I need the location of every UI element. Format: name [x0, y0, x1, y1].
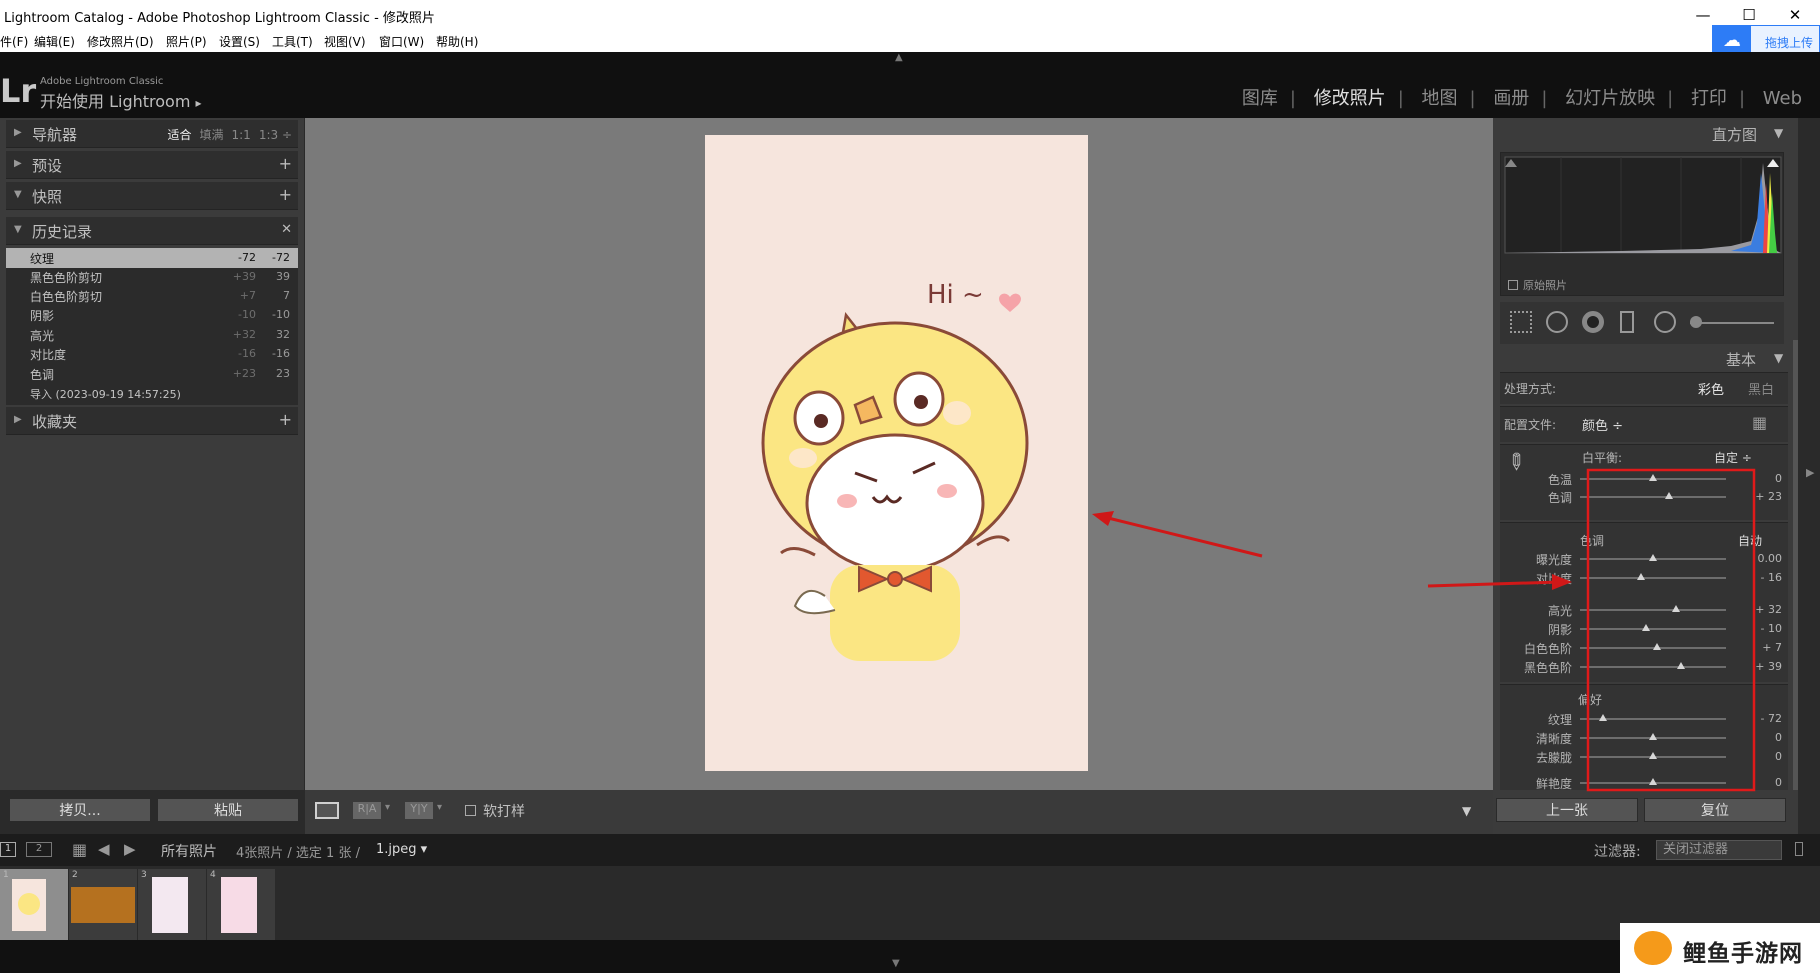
filmstrip-toggle-icon[interactable]: ▼ [892, 958, 900, 969]
thumb-image [221, 877, 257, 933]
source-label[interactable]: 所有照片 [161, 841, 217, 861]
annotation-overlay [1092, 468, 1756, 792]
filmstrip-bar: 1 2 ▦ ◀ ▶ 所有照片 4张照片 / 选定 1 张 / 1.jpeg ▾ … [0, 834, 1820, 866]
filmstrip-thumb[interactable]: 3 [138, 869, 206, 941]
filter-label: 过滤器: [1594, 844, 1641, 860]
watermark-text: 鲤鱼手游网 [1683, 941, 1803, 967]
back-arrow-icon[interactable]: ◀ [98, 840, 110, 858]
thumb-image [71, 887, 135, 923]
secondary-screen-button[interactable]: 2 [26, 842, 52, 857]
filter-lock-icon[interactable] [1795, 842, 1803, 856]
filmstrip-thumb[interactable]: 2 [69, 869, 137, 941]
thumb-image [12, 879, 46, 931]
filename-dropdown[interactable]: 1.jpeg ▾ [376, 842, 427, 857]
filmstrip-thumb[interactable]: 4 [207, 869, 275, 941]
photo-count: 4张照片 / 选定 1 张 / [236, 846, 360, 861]
forward-arrow-icon[interactable]: ▶ [124, 840, 136, 858]
bottom-edge [0, 940, 1820, 973]
primary-screen-button[interactable]: 1 [0, 842, 16, 857]
filter-dropdown[interactable]: 关闭过滤器 [1656, 840, 1782, 860]
fish-logo-icon [1634, 931, 1672, 965]
grid-view-icon[interactable]: ▦ [72, 840, 87, 859]
thumb-image [152, 877, 188, 933]
site-watermark: 鲤鱼手游网 [1620, 923, 1820, 973]
filmstrip-thumb[interactable]: 1 [0, 869, 68, 941]
